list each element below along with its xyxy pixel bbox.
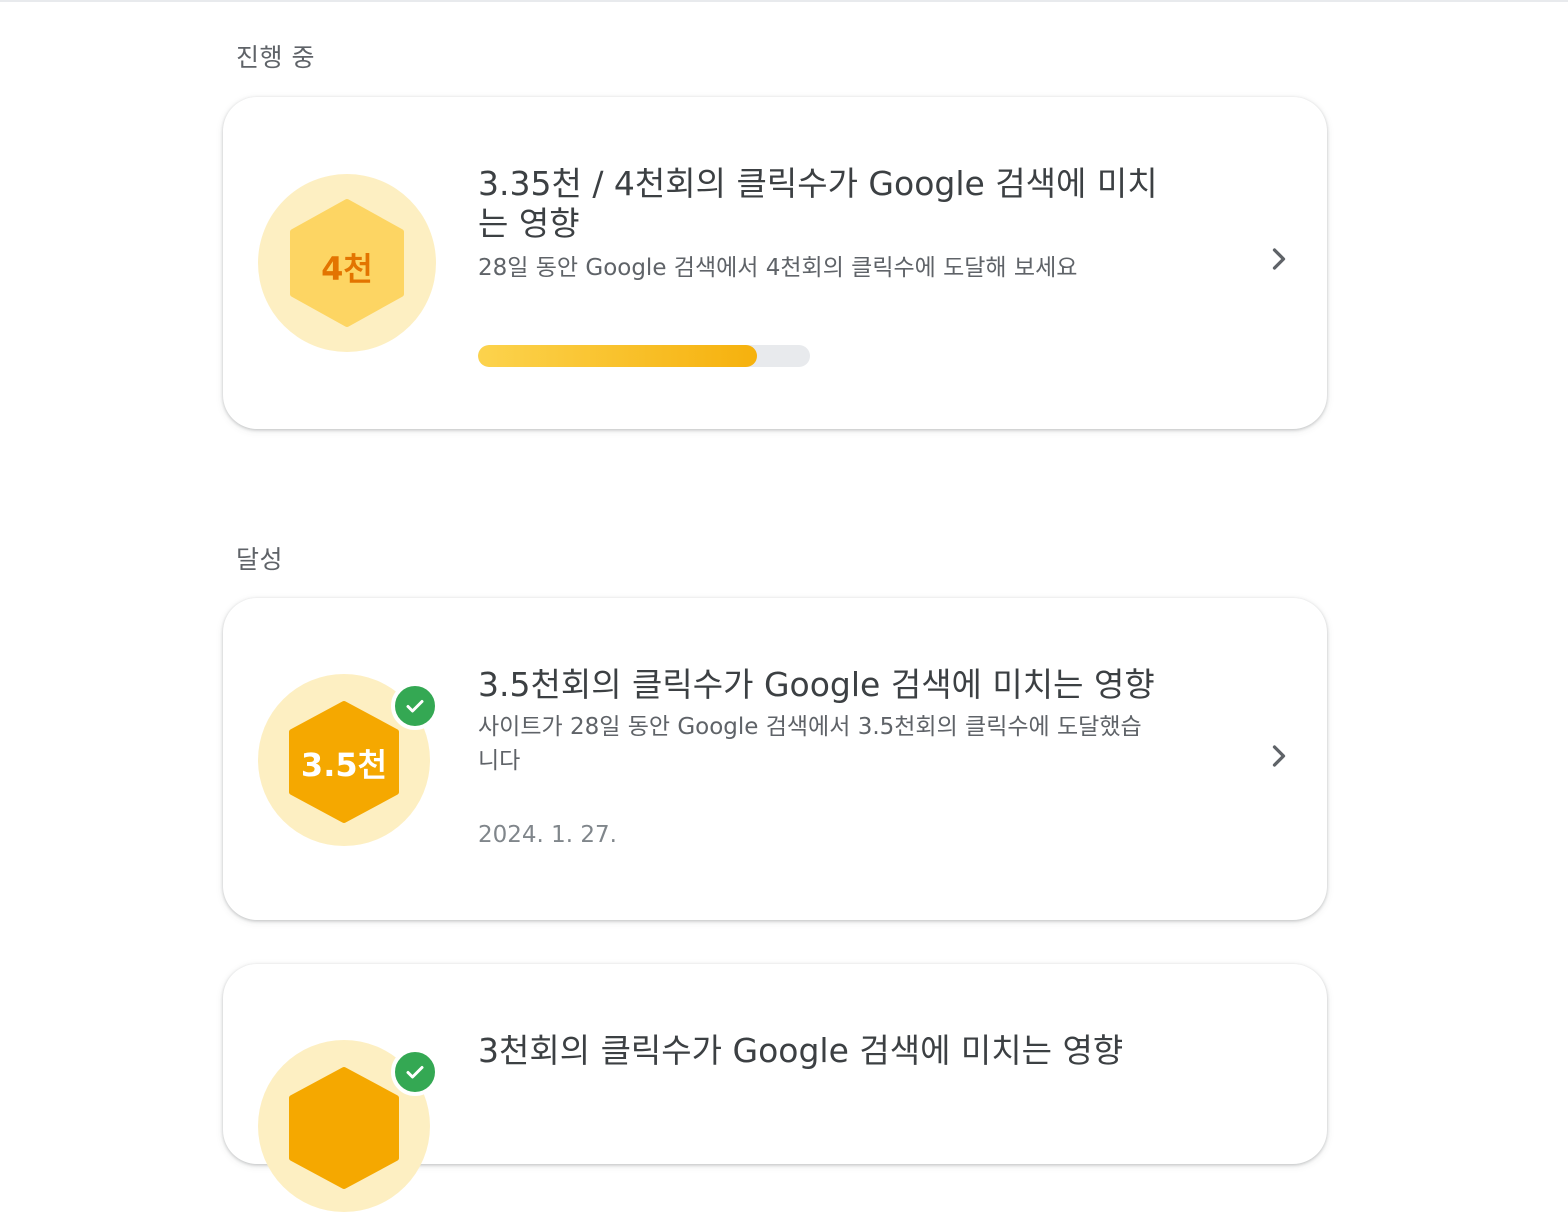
milestone-badge: 4천 bbox=[258, 174, 436, 352]
section-label-achieved: 달성 bbox=[236, 545, 284, 574]
check-icon bbox=[391, 1048, 439, 1096]
achieved-milestone-card[interactable]: 3천회의 클릭수가 Google 검색에 미치는 영향 bbox=[223, 964, 1327, 1212]
milestone-description-line2: 니다 bbox=[478, 748, 521, 774]
milestone-progress-bar bbox=[478, 345, 810, 367]
badge-label: 4천 bbox=[321, 250, 373, 288]
milestone-title-line2: 는 영향 bbox=[478, 204, 580, 243]
milestone-title: 3천회의 클릭수가 Google 검색에 미치는 영향 bbox=[478, 1031, 1124, 1070]
chevron-right-icon[interactable] bbox=[1261, 738, 1297, 774]
achieved-date: 2024. 1. 27. bbox=[478, 822, 617, 848]
chevron-right-icon[interactable] bbox=[1261, 241, 1297, 277]
check-icon bbox=[391, 682, 439, 730]
in-progress-milestone-card[interactable]: 4천 3.35천 / 4천회의 클릭수가 Google 검색에 미치 는 영향 … bbox=[223, 97, 1327, 429]
badge-label: 3.5천 bbox=[300, 746, 388, 784]
achieved-milestone-card[interactable]: 3.5천 3.5천회의 클릭수가 Google 검색에 미치는 영향 사이트가 … bbox=[223, 598, 1327, 920]
milestone-title-line1: 3.35천 / 4천회의 클릭수가 Google 검색에 미치 bbox=[478, 164, 1158, 203]
milestone-progress-fill bbox=[478, 345, 757, 367]
section-label-in-progress: 진행 중 bbox=[236, 43, 315, 72]
milestone-description: 28일 동안 Google 검색에서 4천회의 클릭수에 도달해 보세요 bbox=[478, 255, 1078, 281]
milestone-description-line1: 사이트가 28일 동안 Google 검색에서 3.5천회의 클릭수에 도달했습 bbox=[478, 714, 1142, 740]
milestone-title: 3.5천회의 클릭수가 Google 검색에 미치는 영향 bbox=[478, 665, 1155, 704]
top-divider bbox=[0, 0, 1568, 2]
